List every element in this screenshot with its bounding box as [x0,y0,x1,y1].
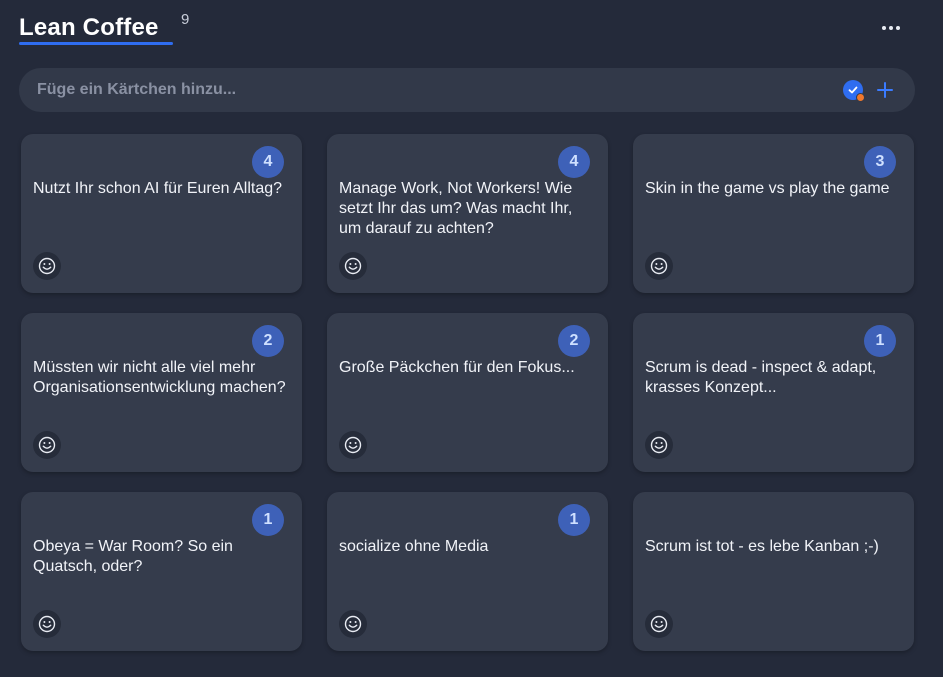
vote-count-badge[interactable]: 2 [252,325,284,357]
card-text: Skin in the game vs play the game [645,180,890,197]
smiley-icon [38,436,56,454]
add-reaction-button[interactable] [339,431,367,459]
card-text: Scrum is dead - inspect & adapt, krasses… [645,359,877,396]
topic-card[interactable]: 3 Skin in the game vs play the game [633,134,914,293]
add-reaction-button[interactable] [645,252,673,280]
smiley-icon [344,436,362,454]
board-title[interactable]: Lean Coffee [19,14,159,42]
card-text: Müssten wir nicht alle viel mehr Organis… [33,359,286,396]
add-reaction-button[interactable] [33,252,61,280]
add-reaction-button[interactable] [645,431,673,459]
dot [896,26,900,30]
add-reaction-button[interactable] [645,610,673,638]
vote-count-badge[interactable]: 1 [558,504,590,536]
topic-card[interactable]: 2 Müssten wir nicht alle viel mehr Organ… [21,313,302,472]
smiley-icon [650,615,668,633]
vote-count-badge[interactable]: 3 [864,146,896,178]
vote-count-badge[interactable]: 1 [252,504,284,536]
card-count: 9 [181,11,190,28]
card-grid: 4 Nutzt Ihr schon AI für Euren Alltag? 4… [21,134,914,651]
check-badge-icon[interactable] [843,80,865,102]
smiley-icon [650,436,668,454]
status-dot [856,93,865,102]
dot [882,26,886,30]
card-text: Große Päckchen für den Fokus... [339,359,575,376]
smiley-icon [38,615,56,633]
smiley-icon [344,257,362,275]
board-header: Lean Coffee 9 [19,10,924,50]
add-card-button[interactable] [874,78,896,102]
add-reaction-button[interactable] [339,610,367,638]
smiley-icon [38,257,56,275]
smiley-icon [344,615,362,633]
add-reaction-button[interactable] [33,431,61,459]
card-text: Nutzt Ihr schon AI für Euren Alltag? [33,180,283,197]
add-reaction-button[interactable] [339,252,367,280]
card-text: Manage Work, Not Workers! Wie setzt Ihr … [339,180,573,237]
plus-icon [877,82,893,98]
vote-count-badge[interactable]: 2 [558,325,590,357]
add-card-input[interactable] [37,68,817,112]
title-underline [19,42,173,45]
card-text: Obeya = War Room? So ein Quatsch, oder? [33,538,233,575]
vote-count-badge[interactable]: 1 [864,325,896,357]
topic-card[interactable]: 2 Große Päckchen für den Fokus... [327,313,608,472]
topic-card[interactable]: 4 Nutzt Ihr schon AI für Euren Alltag? [21,134,302,293]
topic-card[interactable]: 1 Scrum is dead - inspect & adapt, krass… [633,313,914,472]
vote-count-badge[interactable]: 4 [558,146,590,178]
add-card-bar [19,68,915,112]
dot [889,26,893,30]
card-text: socialize ohne Media [339,538,489,555]
more-options-icon[interactable] [876,15,906,41]
card-text: Scrum ist tot - es lebe Kanban ;-) [645,538,879,555]
vote-count-badge[interactable]: 4 [252,146,284,178]
add-reaction-button[interactable] [33,610,61,638]
smiley-icon [650,257,668,275]
topic-card[interactable]: 1 Obeya = War Room? So ein Quatsch, oder… [21,492,302,651]
topic-card[interactable]: 1 socialize ohne Media [327,492,608,651]
topic-card[interactable]: Scrum ist tot - es lebe Kanban ;-) [633,492,914,651]
topic-card[interactable]: 4 Manage Work, Not Workers! Wie setzt Ih… [327,134,608,293]
